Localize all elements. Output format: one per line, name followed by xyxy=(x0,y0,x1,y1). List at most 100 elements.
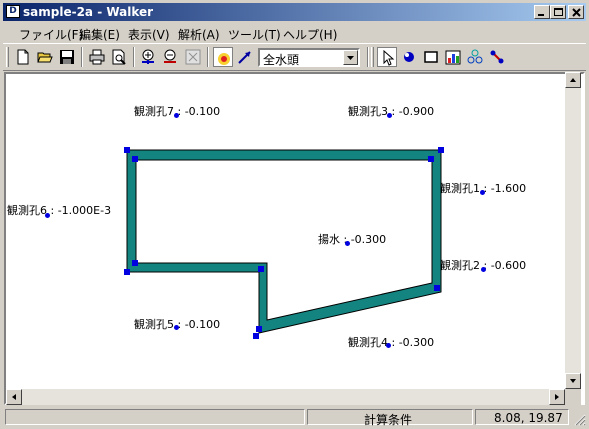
scroll-down-button[interactable] xyxy=(565,373,581,389)
maximize-button[interactable] xyxy=(550,5,566,19)
new-file-button[interactable] xyxy=(13,47,33,67)
select-tool-button[interactable] xyxy=(377,47,397,67)
boundary-node[interactable] xyxy=(132,156,138,162)
layer-select[interactable]: 全水頭 xyxy=(258,48,360,67)
layer-select-value: 全水頭 xyxy=(263,53,300,67)
app-icon[interactable]: D xyxy=(6,5,20,18)
arrow-icon xyxy=(238,51,251,64)
fit-view-button[interactable] xyxy=(183,47,203,67)
scroll-corner xyxy=(565,389,581,405)
save-icon xyxy=(60,50,74,64)
chart-tool-button[interactable] xyxy=(443,47,463,67)
arrow-down-icon xyxy=(570,379,576,383)
open-file-button[interactable] xyxy=(35,47,55,67)
menu-help[interactable]: ヘルプ(H) xyxy=(283,26,337,43)
menu-bar: ファイル(F) 編集(E) 表示(V) 解析(A) ツール(T) ヘルプ(H) xyxy=(3,23,586,42)
zoom-out-icon xyxy=(164,49,176,63)
vertical-scrollbar[interactable] xyxy=(565,72,581,389)
scroll-up-button[interactable] xyxy=(565,72,581,88)
well-marker[interactable] xyxy=(481,267,486,272)
well-icon xyxy=(404,52,414,62)
boundary-node[interactable] xyxy=(438,147,444,153)
link-icon xyxy=(490,50,504,64)
toolbar-separator xyxy=(133,47,135,67)
title-bar[interactable]: D sample-2a - Walker xyxy=(3,3,586,21)
map-canvas[interactable] xyxy=(4,72,585,405)
menu-edit[interactable]: 編集(E) xyxy=(79,26,120,43)
toolbar-separator xyxy=(207,47,209,67)
fit-view-icon xyxy=(185,49,201,65)
boundary-node[interactable] xyxy=(124,269,130,275)
contour-icon xyxy=(218,53,230,65)
link-tool-button[interactable] xyxy=(487,47,507,67)
scroll-right-button[interactable] xyxy=(549,389,565,405)
maximize-icon xyxy=(554,8,563,16)
minimize-button[interactable] xyxy=(534,5,550,19)
boundary-node[interactable] xyxy=(132,260,138,266)
well-marker[interactable] xyxy=(174,113,179,118)
pumping-well-label: 揚水 : -0.300 xyxy=(318,233,387,246)
arrow-right-icon xyxy=(555,394,559,400)
horizontal-scrollbar[interactable] xyxy=(6,389,565,405)
print-preview-button[interactable] xyxy=(109,47,129,67)
toolbar-grip[interactable] xyxy=(6,47,9,67)
well-marker[interactable] xyxy=(386,343,391,348)
rectangle-icon xyxy=(424,51,438,63)
status-panel-mode: 計算条件 xyxy=(307,409,473,427)
status-mode-text: 計算条件 xyxy=(364,413,413,427)
well-marker[interactable] xyxy=(45,213,50,218)
zoom-out-button[interactable] xyxy=(161,47,181,67)
cursor-icon xyxy=(383,50,395,66)
well-label: 観測孔4 : -0.300 xyxy=(348,336,435,349)
well-tool-button[interactable] xyxy=(399,47,419,67)
well-marker[interactable] xyxy=(174,325,179,330)
boundary-node[interactable] xyxy=(428,156,434,162)
menu-tools[interactable]: ツール(T) xyxy=(228,26,281,43)
printer-icon xyxy=(89,49,105,65)
well-marker[interactable] xyxy=(480,190,485,195)
window-title: sample-2a - Walker xyxy=(23,5,154,19)
close-button[interactable] xyxy=(568,5,584,19)
contour-button[interactable] xyxy=(213,47,233,67)
toolbar-separator xyxy=(81,47,83,67)
toolbar: 全水頭 xyxy=(3,43,586,71)
arrow-up-icon xyxy=(570,78,576,82)
boundary-nodes xyxy=(124,147,444,339)
model-drawing xyxy=(124,147,444,339)
status-panel-coords: 8.08, 19.87 xyxy=(475,409,569,425)
well-marker[interactable] xyxy=(387,113,392,118)
boundary-node[interactable] xyxy=(253,333,259,339)
network-tool-button[interactable] xyxy=(465,47,485,67)
save-button[interactable] xyxy=(57,47,77,67)
boundary-node[interactable] xyxy=(256,326,262,332)
print-button[interactable] xyxy=(87,47,107,67)
scroll-left-button[interactable] xyxy=(6,389,22,405)
boundary-polygon[interactable] xyxy=(126,149,442,334)
status-coords-text: 8.08, 19.87 xyxy=(494,411,563,425)
boundary-node[interactable] xyxy=(258,266,264,272)
minimize-icon xyxy=(538,14,544,16)
boundary-node[interactable] xyxy=(434,285,440,291)
layer-select-dropdown-button[interactable] xyxy=(343,50,358,65)
toolbar-grip[interactable] xyxy=(371,47,374,67)
new-file-icon xyxy=(17,49,29,65)
close-icon xyxy=(572,8,581,17)
well-label: 観測孔6 : -1.000E-3 xyxy=(7,204,112,217)
zoom-in-icon xyxy=(142,49,154,64)
menu-file[interactable]: ファイル(F) xyxy=(19,26,83,43)
menu-analysis[interactable]: 解析(A) xyxy=(178,26,220,43)
bar-chart-icon xyxy=(445,50,461,65)
menu-view[interactable]: 表示(V) xyxy=(128,26,170,43)
status-panel-message xyxy=(5,409,305,425)
region-tool-button[interactable] xyxy=(421,47,441,67)
folder-open-icon xyxy=(37,52,53,63)
boundary-node[interactable] xyxy=(124,147,130,153)
arrow-tool-button[interactable] xyxy=(235,47,255,67)
resize-grip-icon[interactable] xyxy=(572,412,586,426)
arrow-left-icon xyxy=(12,394,16,400)
pumping-well-marker[interactable] xyxy=(345,241,350,246)
status-bar: 計算条件 8.08, 19.87 xyxy=(3,407,586,427)
toolbar-separator xyxy=(367,47,369,67)
zoom-in-button[interactable] xyxy=(139,47,159,67)
chevron-down-icon xyxy=(347,56,354,60)
